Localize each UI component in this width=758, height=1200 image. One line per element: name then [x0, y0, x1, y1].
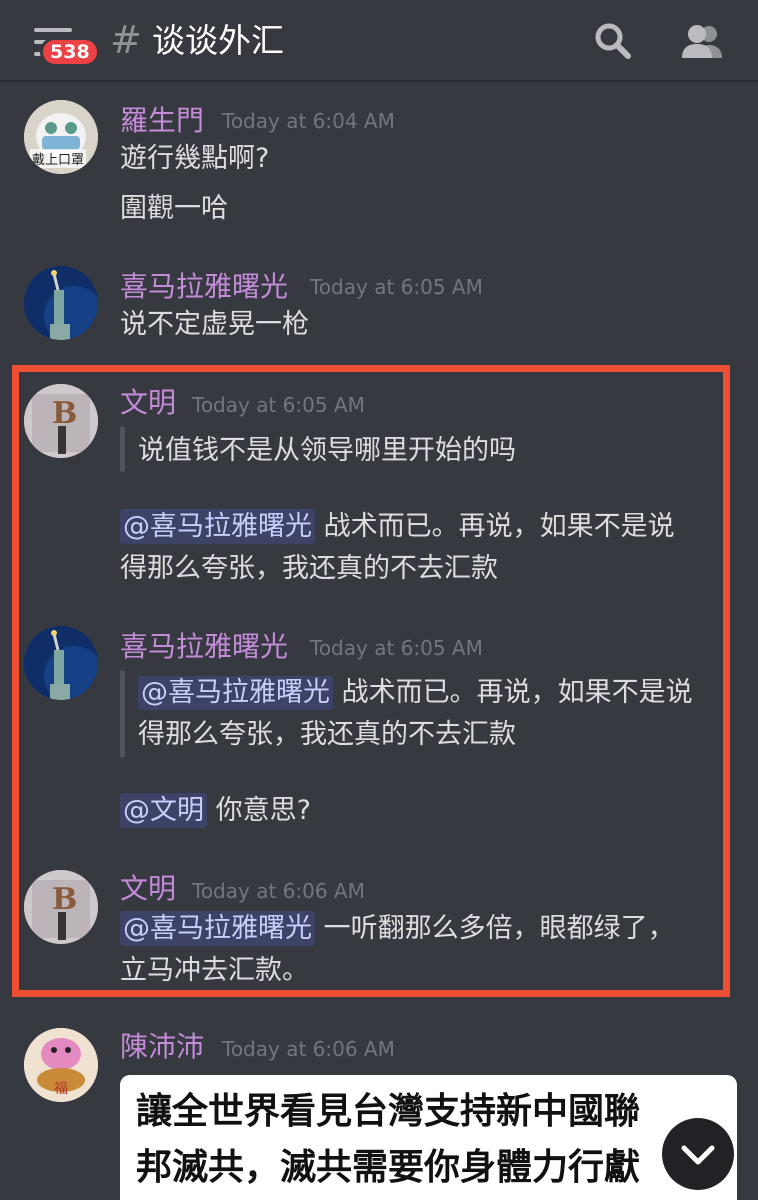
chevron-down-icon: [681, 1145, 715, 1165]
image-attachment[interactable]: 讓全世界看見台灣支持新中國聯 邦滅共，滅共需要你身體力行獻: [120, 1075, 737, 1200]
message-text: @文明 你意思?: [120, 793, 311, 828]
avatar[interactable]: B: [24, 384, 98, 458]
user-mention[interactable]: @文明: [120, 793, 207, 828]
message-author[interactable]: 喜马拉雅曙光: [120, 270, 288, 304]
quote-text: @喜马拉雅曙光 战术而已。再说，如果不是说: [138, 676, 716, 710]
message-text: 立马冲去汇款。: [120, 955, 309, 986]
unread-badge: 538: [40, 37, 100, 67]
search-icon[interactable]: [592, 20, 636, 64]
avatar-letter: B: [52, 882, 78, 917]
user-mention[interactable]: @喜马拉雅曙光: [138, 676, 333, 710]
message-text: @喜马拉雅曙光 战术而已。再说，如果不是说: [120, 509, 675, 544]
reply-text: 你意思?: [215, 795, 311, 826]
quote-text: 说值钱不是从领导哪里开始的吗: [138, 435, 516, 466]
quote-text-part: 战术而已。再说，如果不是说: [341, 677, 693, 708]
message-timestamp: Today at 6:05 AM: [310, 636, 483, 660]
message-text: 遊行幾點啊?: [120, 143, 270, 174]
image-text: 讓全世界看見台灣支持新中國聯: [136, 1091, 641, 1132]
avatar-letter: B: [52, 396, 78, 431]
hash-icon: #: [110, 18, 142, 62]
avatar[interactable]: B: [24, 870, 98, 944]
avatar[interactable]: 戴上口罩: [24, 100, 98, 174]
message-text: 得那么夸张，我还真的不去汇款: [120, 553, 498, 584]
members-icon[interactable]: [678, 20, 726, 64]
avatar[interactable]: [24, 266, 98, 340]
user-mention[interactable]: @喜马拉雅曙光: [120, 911, 315, 946]
message-timestamp: Today at 6:05 AM: [310, 275, 483, 299]
avatar-caption: 戴上口罩: [30, 149, 87, 168]
user-mention[interactable]: @喜马拉雅曙光: [120, 509, 315, 544]
message-list[interactable]: 戴上口罩 羅生門 Today at 6:04 AM 遊行幾點啊? 圍觀一哈 喜马…: [0, 84, 758, 1200]
message-timestamp: Today at 6:05 AM: [192, 393, 365, 417]
message-text: 圍觀一哈: [120, 193, 228, 224]
message-author[interactable]: 文明: [120, 872, 176, 906]
channel-header: 538 # 谈谈外汇: [0, 0, 758, 82]
avatar-caption: 福: [54, 1081, 68, 1097]
avatar[interactable]: 福: [24, 1028, 98, 1102]
reply-text: 一听翻那么多倍，眼都绿了，: [323, 913, 675, 944]
channel-title[interactable]: 谈谈外汇: [152, 20, 284, 62]
message-timestamp: Today at 6:06 AM: [222, 1037, 395, 1061]
message-timestamp: Today at 6:04 AM: [222, 109, 395, 133]
message-author[interactable]: 喜马拉雅曙光: [120, 630, 288, 664]
quote-bar: [120, 670, 125, 758]
image-text: 邦滅共，滅共需要你身體力行獻: [136, 1147, 641, 1188]
message-timestamp: Today at 6:06 AM: [192, 879, 365, 903]
quote-text: 得那么夸张，我还真的不去汇款: [138, 719, 516, 750]
message-text: 说不定虚晃一枪: [120, 309, 309, 340]
jump-to-bottom-button[interactable]: [662, 1118, 734, 1190]
reply-text: 战术而已。再说，如果不是说: [323, 511, 675, 542]
quote-bar: [120, 426, 125, 472]
message-author[interactable]: 陳沛沛: [120, 1030, 204, 1064]
message-text: @喜马拉雅曙光 一听翻那么多倍，眼都绿了，: [120, 911, 675, 946]
avatar[interactable]: [24, 626, 98, 700]
message-author[interactable]: 羅生門: [120, 104, 204, 138]
message-author[interactable]: 文明: [120, 386, 176, 420]
